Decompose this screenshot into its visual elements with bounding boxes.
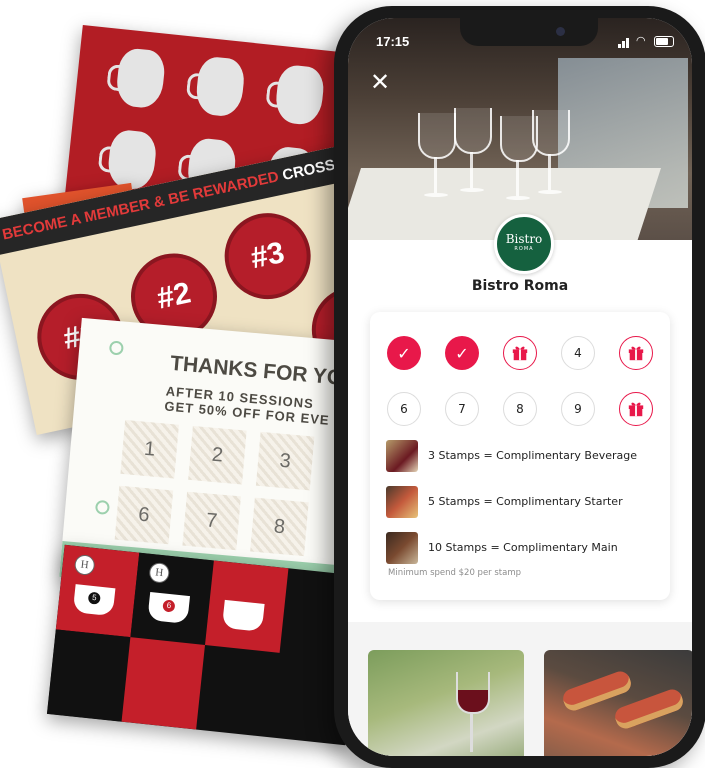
stamp-8: 8 [503, 392, 537, 426]
wine-glass-icon [418, 113, 456, 199]
stamp-5-gift [619, 336, 653, 370]
starter-thumbnail [386, 486, 418, 518]
teapot-icon [273, 63, 326, 127]
signal-icon [618, 44, 621, 48]
beverage-thumbnail [386, 440, 418, 472]
reward-text: 10 Stamps = Complimentary Main [428, 541, 618, 554]
main-thumbnail [386, 532, 418, 564]
reward-text: 3 Stamps = Complimentary Beverage [428, 449, 638, 462]
reward-row: 10 Stamps = Complimentary Main [386, 532, 656, 566]
check-icon: ✓ [455, 343, 469, 363]
wine-glass-icon [456, 672, 490, 714]
status-icons: ◠ [618, 34, 678, 48]
phone-frame: 17:15 ◠ ✕ Bistro ROMA Bistro Roma ✓ ✓ 4 … [334, 6, 705, 768]
decor-dot [94, 499, 111, 515]
reward-row: 5 Stamps = Complimentary Starter [386, 486, 656, 520]
phone-notch [460, 18, 598, 46]
wine-glass-icon [454, 108, 492, 194]
restaurant-hero-image [348, 18, 692, 240]
logo-subtext: ROMA [514, 246, 534, 252]
decor-dot [108, 340, 124, 356]
signal-icon [626, 38, 629, 48]
status-time: 17:15 [376, 34, 410, 49]
session-box: 7 [182, 491, 241, 551]
stamp-7: 7 [445, 392, 479, 426]
session-box: 1 [120, 420, 179, 479]
stamp-6: 6 [387, 392, 421, 426]
check-icon: ✓ [397, 343, 411, 363]
hotel-h-icon: H [148, 561, 171, 584]
hotel-h-icon: H [73, 553, 96, 576]
bruschetta-photo-card[interactable] [544, 650, 692, 756]
stamp-4: 4 [561, 336, 595, 370]
wine-glass-icon [532, 110, 570, 196]
battery-icon [654, 36, 674, 47]
gift-icon [628, 346, 644, 361]
thanks-subtitle: AFTER 10 SESSIONS GET 50% OFF FOR EVE [164, 383, 332, 427]
teapot-icon [106, 128, 158, 192]
minimum-spend-note: Minimum spend $20 per stamp [388, 568, 522, 578]
logo-text: Bistro [505, 232, 543, 246]
stamp-card: ✓ ✓ 4 6 7 8 9 3 Stamps = Complimentary B… [370, 312, 670, 600]
stamp-1-checked: ✓ [387, 336, 421, 370]
session-box: 6 [114, 485, 174, 545]
coffee-cell [205, 560, 289, 653]
teapot-icon [194, 55, 247, 118]
close-button[interactable]: ✕ [368, 70, 392, 94]
reward-row: 3 Stamps = Complimentary Beverage [386, 440, 656, 474]
stamp-9: 9 [561, 392, 595, 426]
wine-photo-card[interactable] [368, 650, 524, 756]
stamp-3-gift [503, 336, 537, 370]
restaurant-logo: Bistro ROMA [494, 214, 554, 274]
bruschetta-slice [612, 686, 686, 732]
stamp-10-gift [619, 392, 653, 426]
cup-number: 5 [87, 591, 101, 605]
coffee-cell [46, 629, 131, 722]
wine-stem [470, 712, 473, 752]
gift-icon [512, 346, 528, 361]
pizza-stamp: #3 [216, 205, 319, 308]
coffee-cell: H 5 [55, 544, 140, 638]
app-screen: 17:15 ◠ ✕ Bistro ROMA Bistro Roma ✓ ✓ 4 … [348, 18, 692, 756]
teapot-icon [114, 47, 167, 110]
session-box: 8 [250, 497, 309, 557]
wifi-icon: ◠ [636, 34, 646, 47]
cup-number: 6 [162, 599, 176, 613]
coffee-cell [121, 637, 205, 730]
signal-icon [622, 41, 625, 48]
gift-icon [628, 402, 644, 417]
session-box: 2 [188, 425, 247, 485]
wine-glass-icon [500, 116, 538, 202]
reward-text: 5 Stamps = Complimentary Starter [428, 495, 623, 508]
coffee-cell: H 6 [130, 552, 214, 645]
session-box: 3 [255, 431, 315, 491]
coffee-cup-icon [221, 599, 265, 632]
coffee-cup-icon: 5 [72, 584, 116, 617]
restaurant-name: Bistro Roma [471, 278, 569, 294]
coffee-loyalty-card: H 5 H 6 [46, 544, 364, 746]
coffee-cup-icon: 6 [147, 591, 191, 625]
stamp-2-checked: ✓ [445, 336, 479, 370]
